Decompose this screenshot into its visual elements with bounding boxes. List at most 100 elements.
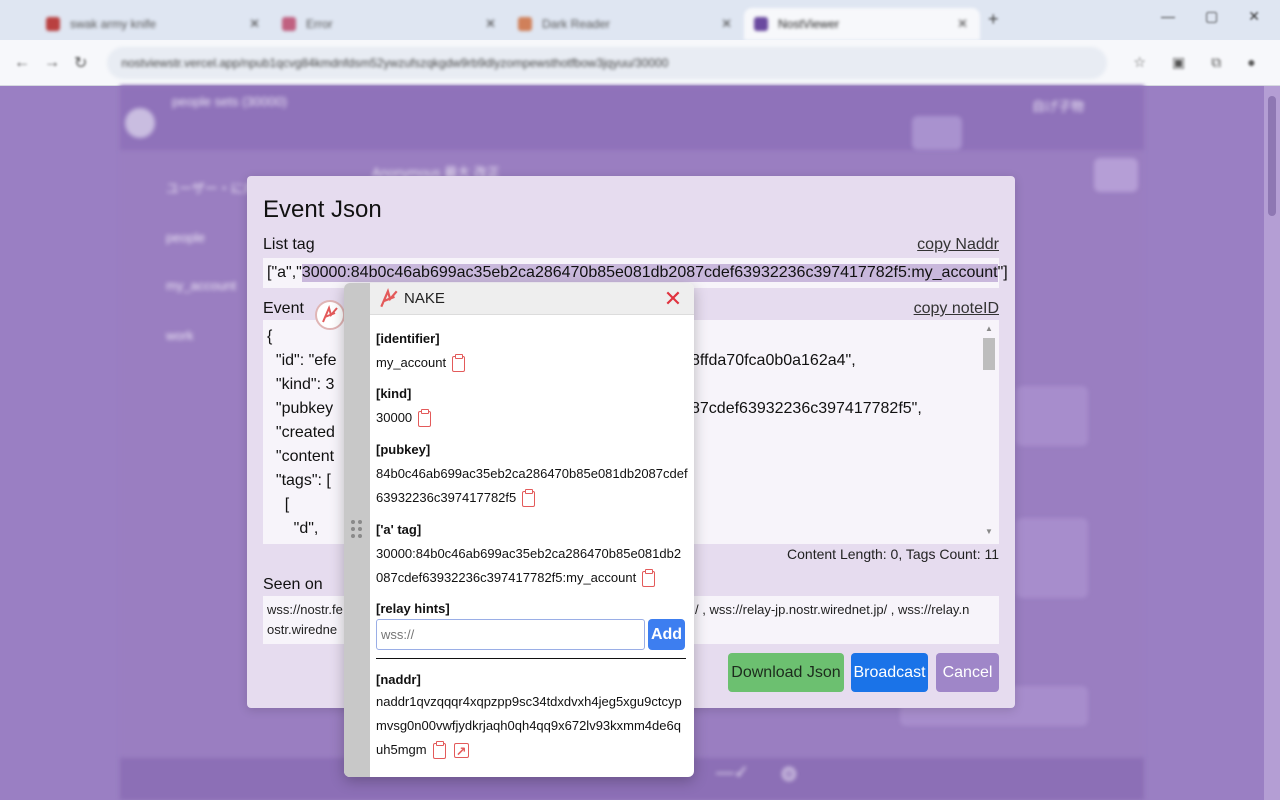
tab-title: Error — [306, 17, 333, 31]
seen-on-label: Seen on — [263, 576, 323, 593]
window-close-icon[interactable]: ✕ — [1248, 8, 1260, 25]
json-line: "content — [267, 448, 335, 465]
browser-tab[interactable]: Error ✕ — [272, 8, 508, 40]
nake-logo-icon — [378, 287, 400, 310]
url-field[interactable]: nostviewstr.vercel.app/npub1qcvg84kmdnfd… — [107, 46, 1108, 79]
modal-title: Event Json — [263, 196, 382, 223]
bookmark-star-icon[interactable]: ☆ — [1133, 54, 1146, 71]
nake-popup: NAKE ✕ [identifier] my_account [kind] 30… — [344, 283, 694, 777]
naddr-label: [naddr] — [376, 672, 421, 687]
json-line: 8ffda70fca0b0a162a4", — [691, 352, 856, 369]
copy-naddr-link[interactable]: copy Naddr — [917, 236, 999, 254]
bg-card — [1016, 518, 1088, 598]
scrollbar-thumb[interactable] — [1268, 96, 1276, 216]
tab-close-icon[interactable]: ✕ — [957, 16, 968, 32]
identifier-label: [identifier] — [376, 331, 440, 346]
tab-favicon-icon — [46, 17, 60, 31]
list-tag-label: List tag — [263, 236, 315, 253]
scroll-up-arrow-icon[interactable]: ▲ — [983, 324, 995, 333]
scrollbar-thumb[interactable] — [983, 338, 995, 370]
clipboard-icon[interactable] — [452, 353, 466, 372]
new-tab-icon[interactable]: + — [988, 9, 999, 30]
json-line: "tags": [ — [267, 472, 331, 489]
browser-tab-active[interactable]: NostViewer ✕ — [744, 8, 980, 40]
page-scrollbar[interactable] — [1264, 86, 1280, 800]
browser-tab[interactable]: Dark Reader ✕ — [508, 8, 744, 40]
cancel-button[interactable]: Cancel — [936, 653, 999, 692]
list-tag-selected-text: 30000:84b0c46ab699ac35eb2ca286470b85e081… — [301, 264, 998, 282]
address-bar: ← → ↻ nostviewstr.vercel.app/npub1qcvg84… — [0, 40, 1280, 86]
tab-close-icon[interactable]: ✕ — [249, 16, 260, 32]
identifier-row: my_account — [376, 351, 688, 375]
a-tag-value: 30000:84b0c46ab699ac35eb2ca286470b85e081… — [376, 546, 682, 585]
seen-on-text: ostr.wiredne — [267, 622, 338, 637]
drag-grip-icon[interactable] — [351, 520, 363, 538]
identifier-value: my_account — [376, 355, 447, 370]
close-icon[interactable]: ✕ — [662, 287, 684, 311]
clipboard-icon[interactable] — [418, 408, 432, 427]
json-line: "pubkey — [267, 400, 334, 417]
kind-row: 30000 — [376, 406, 688, 430]
content-meta: Content Length: 0, Tags Count: 11 — [787, 546, 999, 562]
external-link-icon[interactable] — [453, 740, 469, 764]
a-tag-label: ['a' tag] — [376, 522, 422, 537]
tab-title: swak army knife — [70, 17, 157, 31]
list-tag-suffix: "] — [997, 264, 1008, 281]
reload-icon[interactable]: ↻ — [74, 53, 87, 73]
event-label: Event — [263, 300, 304, 317]
json-line: 87cdef63932236c397417782f5", — [691, 400, 922, 417]
extension-icon[interactable]: ▣ — [1172, 54, 1185, 71]
back-arrow-icon[interactable]: ← — [14, 54, 30, 72]
tab-title: Dark Reader — [542, 17, 611, 31]
list-tag-prefix: ["a"," — [267, 264, 302, 281]
json-line: "created — [267, 424, 335, 441]
scroll-down-arrow-icon[interactable]: ▼ — [983, 527, 995, 536]
seen-on-text: wss://nostr.fe — [267, 602, 343, 617]
nake-header: NAKE ✕ — [370, 283, 694, 315]
json-line: "kind": 3 — [267, 376, 335, 393]
broadcast-button[interactable]: Broadcast — [851, 653, 928, 692]
tab-favicon-icon — [518, 17, 532, 31]
a-tag-row: 30000:84b0c46ab699ac35eb2ca286470b85e081… — [376, 542, 688, 590]
bg-left-item: my_account — [166, 278, 237, 293]
nake-drag-handle[interactable] — [344, 283, 370, 777]
browser-tab[interactable]: swak army knife ✕ — [36, 8, 272, 40]
kind-value: 30000 — [376, 410, 413, 425]
clipboard-icon[interactable] — [522, 488, 536, 507]
json-line: "d", — [267, 520, 319, 537]
seen-on-text: / , wss://relay-jp.nostr.wirednet.jp/ , … — [695, 602, 970, 617]
relay-hints-label: [relay hints] — [376, 601, 450, 616]
minimize-icon[interactable]: — — [1161, 8, 1175, 25]
avatar — [125, 108, 155, 138]
tab-close-icon[interactable]: ✕ — [485, 16, 496, 32]
relay-hint-input[interactable] — [376, 619, 645, 650]
bg-card — [1016, 386, 1088, 446]
tab-close-icon[interactable]: ✕ — [721, 16, 732, 32]
bg-left-item: work — [166, 328, 194, 343]
naddr-value: naddr1qvzqqqr4xqpzpp9sc34tdxdvxh4jeg5xgu… — [376, 694, 682, 757]
divider — [376, 658, 686, 659]
bg-username: people sets (30000) — [172, 94, 287, 109]
tab-favicon-icon — [754, 17, 768, 31]
nake-logo-icon[interactable] — [315, 300, 345, 330]
browser-tab-bar: swak army knife ✕ Error ✕ Dark Reader ✕ … — [0, 0, 1280, 40]
download-json-button[interactable]: Download Json — [728, 653, 844, 692]
forward-arrow-icon[interactable]: → — [44, 54, 60, 72]
bg-check-icon: —✓ — [716, 762, 750, 782]
clipboard-icon[interactable] — [432, 740, 446, 759]
event-json-scrollbar[interactable]: ▲ ▼ — [983, 324, 995, 536]
bg-settings-tab — [912, 116, 962, 150]
naddr-row: naddr1qvzqqqr4xqpzpp9sc34tdxdvxh4jeg5xgu… — [376, 690, 688, 764]
json-line: { — [267, 328, 273, 345]
window-controls: — ▢ ✕ — [1161, 8, 1280, 25]
maximize-icon[interactable]: ▢ — [1205, 8, 1218, 25]
clipboard-icon[interactable] — [642, 568, 656, 587]
pubkey-label: [pubkey] — [376, 442, 431, 457]
add-relay-button[interactable]: Add — [648, 619, 685, 650]
puzzle-icon[interactable]: ⧉ — [1211, 54, 1221, 71]
bg-header-right: 自げ子物 — [1032, 99, 1085, 114]
bg-button — [1094, 158, 1138, 192]
copy-note-id-link[interactable]: copy noteID — [914, 300, 999, 318]
profile-icon[interactable]: ● — [1247, 54, 1255, 71]
tab-title: NostViewer — [778, 17, 840, 31]
